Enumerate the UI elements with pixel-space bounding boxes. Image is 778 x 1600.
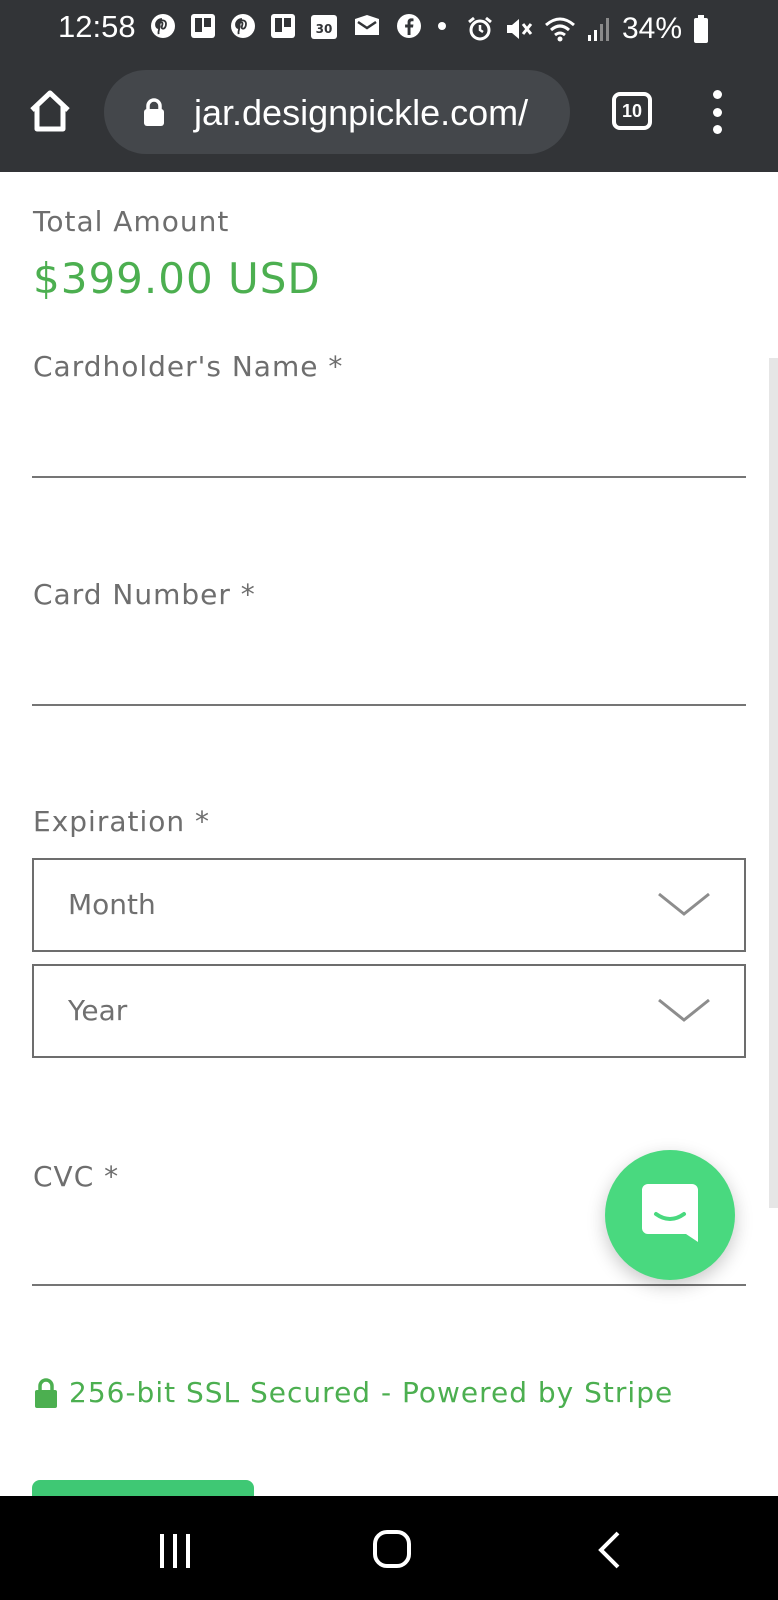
signal-icon — [586, 15, 612, 43]
tab-switcher-button[interactable]: 10 — [612, 92, 652, 130]
month-select[interactable]: Month — [32, 858, 746, 952]
overflow-menu-button[interactable] — [702, 90, 732, 134]
ssl-notice: 256-bit SSL Secured - Powered by Stripe — [33, 1376, 673, 1409]
status-bar: 12:58 30 34% — [0, 0, 778, 56]
system-nav-bar — [0, 1496, 778, 1600]
trello-icon — [270, 13, 296, 39]
month-select-value: Month — [68, 888, 156, 921]
trello-icon — [190, 13, 216, 39]
notification-icons: 30 — [150, 12, 448, 40]
pinterest-icon — [230, 13, 256, 39]
system-icons: 34% — [466, 12, 710, 46]
lock-icon — [35, 1377, 57, 1408]
home-icon — [30, 90, 70, 132]
menu-dot — [712, 107, 722, 117]
chat-launcher-button[interactable] — [605, 1150, 735, 1280]
year-select-value: Year — [68, 994, 128, 1027]
calendar-day: 30 — [316, 22, 333, 36]
card-number-input[interactable] — [32, 640, 746, 696]
address-bar[interactable]: jar.designpickle.com/ — [104, 70, 570, 154]
pinterest-icon — [150, 13, 176, 39]
mute-icon — [504, 15, 534, 43]
back-icon[interactable] — [596, 1530, 622, 1570]
cvc-underline — [32, 1284, 746, 1286]
facebook-icon — [396, 13, 422, 39]
home-button[interactable] — [28, 88, 72, 134]
expiration-label: Expiration * — [33, 805, 211, 838]
cardholder-name-input[interactable] — [32, 410, 746, 466]
cardholder-name-underline — [32, 476, 746, 478]
chat-icon — [642, 1184, 698, 1242]
lock-icon — [142, 97, 166, 131]
calendar-icon: 30 — [310, 12, 338, 40]
menu-dot — [712, 90, 722, 99]
total-amount-label: Total Amount — [33, 205, 230, 238]
browser-chrome: 12:58 30 34% jar.designpickle.com/ 10 — [0, 0, 778, 172]
total-amount-value: $399.00 USD — [33, 254, 321, 303]
cvc-label: CVC * — [33, 1160, 120, 1193]
battery-icon — [692, 14, 710, 44]
chevron-down-icon — [658, 998, 710, 1022]
cardholder-name-label: Cardholder's Name * — [33, 350, 344, 383]
ssl-text: 256-bit SSL Secured - Powered by Stripe — [69, 1376, 674, 1409]
alarm-icon — [466, 15, 494, 43]
chevron-down-icon — [658, 892, 710, 916]
address-bar-row: jar.designpickle.com/ 10 — [0, 66, 778, 156]
page-scrollbar[interactable] — [769, 358, 778, 1208]
year-select[interactable]: Year — [32, 964, 746, 1058]
status-time: 12:58 — [58, 9, 136, 44]
url-text: jar.designpickle.com/ — [194, 92, 529, 133]
wifi-icon — [544, 15, 576, 43]
menu-dot — [712, 125, 722, 134]
battery-percent: 34% — [621, 12, 682, 45]
home-nav-icon[interactable] — [372, 1529, 412, 1569]
recent-apps-icon[interactable] — [157, 1532, 193, 1570]
card-number-label: Card Number * — [33, 578, 256, 611]
dot-icon — [436, 20, 448, 32]
gmail-icon — [352, 13, 382, 39]
card-number-underline — [32, 704, 746, 706]
